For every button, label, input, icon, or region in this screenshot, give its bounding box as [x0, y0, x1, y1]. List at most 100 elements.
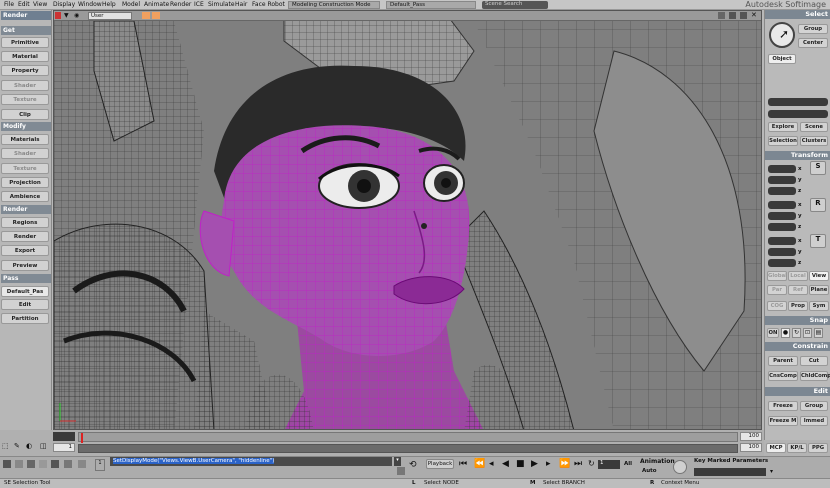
- regions-button[interactable]: Regions: [1, 217, 49, 228]
- animation-label[interactable]: Animation: [640, 458, 675, 465]
- scene-search-input[interactable]: Scene Search: [482, 1, 548, 9]
- modify-shader-button[interactable]: Shader: [1, 148, 49, 159]
- viewport-lock-icon[interactable]: [718, 12, 725, 19]
- cnscomp-button[interactable]: CnsComp: [768, 371, 798, 381]
- parent-button[interactable]: Parent: [768, 356, 798, 366]
- viewport-display-icon[interactable]: ◉: [74, 12, 79, 19]
- scene-button[interactable]: Scene: [800, 122, 828, 132]
- layout-icon-7[interactable]: [78, 460, 86, 468]
- viewport-maximize-icon[interactable]: [740, 12, 747, 19]
- menu-render[interactable]: Render: [170, 1, 191, 8]
- next-frame-icon[interactable]: ▸: [546, 459, 551, 469]
- key-marked-label[interactable]: Key Marked Parameters: [694, 458, 768, 464]
- ambience-button[interactable]: Ambience: [1, 191, 49, 202]
- play-icon[interactable]: ▶: [531, 459, 538, 469]
- object-select-button[interactable]: Object: [768, 54, 796, 64]
- first-frame-icon[interactable]: ⏮: [459, 459, 467, 469]
- show-menu-icon[interactable]: [152, 12, 160, 19]
- sel-tool-icon[interactable]: ⬚: [2, 442, 9, 450]
- freeze-m-button[interactable]: Freeze M: [768, 416, 798, 426]
- viewport-close-icon[interactable]: ✕: [751, 11, 757, 19]
- 3d-viewport[interactable]: ▼ ◉ User ✕: [53, 10, 762, 430]
- auto-key-label[interactable]: Auto: [642, 468, 657, 474]
- shader-button[interactable]: Shader: [1, 80, 49, 91]
- timeline-end-input[interactable]: 100: [740, 432, 762, 441]
- time-slider[interactable]: [78, 432, 738, 443]
- scale-z-field[interactable]: [768, 187, 796, 195]
- projection-button[interactable]: Projection: [1, 177, 49, 188]
- key-dropdown-icon[interactable]: ▾: [770, 468, 773, 475]
- rotate-button[interactable]: R: [810, 198, 826, 212]
- current-frame-field[interactable]: 1: [598, 460, 620, 469]
- snap-curve-icon[interactable]: ↻: [792, 328, 801, 338]
- play-backward-icon[interactable]: ◀: [502, 459, 509, 469]
- edit-group-button[interactable]: Group: [800, 401, 828, 411]
- prev-frame-icon[interactable]: ◂: [489, 459, 494, 469]
- script-editor-icon[interactable]: [397, 467, 405, 475]
- kpl-tab[interactable]: KP/L: [787, 443, 807, 453]
- range-slider[interactable]: [78, 444, 738, 453]
- menu-hair[interactable]: Hair: [235, 1, 247, 8]
- selection-button[interactable]: Selection: [768, 136, 798, 146]
- viewport-letter-icon[interactable]: [55, 12, 61, 19]
- rotate-y-field[interactable]: [768, 212, 796, 220]
- menu-display[interactable]: Display: [53, 1, 75, 8]
- par-button[interactable]: Par: [767, 285, 787, 295]
- viewport-sync-icon[interactable]: [729, 12, 736, 19]
- next-key-icon[interactable]: ⏩: [559, 459, 570, 469]
- selection-name-field[interactable]: [768, 110, 828, 118]
- loop-playback-icon[interactable]: ↻: [588, 459, 595, 468]
- chldcomp-button[interactable]: ChldComp: [800, 371, 830, 381]
- sym-button[interactable]: Sym: [809, 301, 829, 311]
- range-end-input[interactable]: 100: [740, 443, 762, 452]
- group-select-button[interactable]: Group: [798, 24, 828, 34]
- ghost-icon[interactable]: ◫: [40, 442, 47, 450]
- local-button[interactable]: Local: [788, 271, 808, 281]
- menu-window[interactable]: Window: [78, 1, 102, 8]
- select-arrow-icon[interactable]: ➚: [769, 22, 795, 48]
- snap-on-button[interactable]: ON: [767, 328, 779, 338]
- export-button[interactable]: Export: [1, 245, 49, 256]
- key-icon[interactable]: [673, 460, 687, 474]
- plane-button[interactable]: Plane: [809, 285, 829, 295]
- last-frame-icon[interactable]: ⏭: [574, 459, 582, 469]
- command-dropdown-icon[interactable]: ▾: [394, 457, 401, 466]
- layout-icon-5[interactable]: [51, 460, 59, 468]
- immed-button[interactable]: Immed: [800, 416, 828, 426]
- sound-icon[interactable]: ◐: [26, 442, 32, 450]
- select-filter-field[interactable]: [768, 98, 828, 106]
- mcp-tab[interactable]: MCP: [766, 443, 786, 453]
- clip-button[interactable]: Clip: [1, 109, 49, 120]
- layout-icon-1[interactable]: [3, 460, 11, 468]
- menu-model[interactable]: Model: [122, 1, 140, 8]
- pass-edit-button[interactable]: Edit: [1, 299, 49, 310]
- translate-z-field[interactable]: [768, 259, 796, 267]
- key-marked-field[interactable]: [694, 468, 766, 476]
- explore-button[interactable]: Explore: [768, 122, 798, 132]
- center-select-button[interactable]: Center: [798, 38, 828, 48]
- snap-grid-icon[interactable]: ▤: [814, 328, 823, 338]
- menu-view[interactable]: View: [33, 1, 47, 8]
- translate-x-field[interactable]: [768, 237, 796, 245]
- materials-button[interactable]: Materials: [1, 134, 49, 145]
- layout-icon-3[interactable]: [27, 460, 35, 468]
- timeline-start-field[interactable]: [53, 432, 75, 441]
- freeze-button[interactable]: Freeze: [768, 401, 798, 411]
- property-button[interactable]: Property: [1, 65, 49, 76]
- scale-x-field[interactable]: [768, 165, 796, 173]
- texture-button[interactable]: Texture: [1, 94, 49, 105]
- prev-key-icon[interactable]: ⏪: [474, 459, 485, 469]
- ppg-tab[interactable]: PPG: [808, 443, 828, 453]
- global-button[interactable]: Global: [767, 271, 787, 281]
- pass-dropdown[interactable]: Default_Pass: [386, 1, 476, 9]
- paint-icon[interactable]: ✎: [14, 442, 20, 450]
- timeline-start-input[interactable]: 1: [53, 443, 75, 452]
- layout-icon-4[interactable]: [39, 460, 47, 468]
- primitive-button[interactable]: Primitive: [1, 37, 49, 48]
- scale-button[interactable]: S: [810, 161, 826, 175]
- menu-face-robot[interactable]: Face Robot: [252, 1, 285, 8]
- playhead[interactable]: [81, 433, 83, 443]
- layout-icon-6[interactable]: [64, 460, 72, 468]
- render-button[interactable]: Render: [1, 231, 49, 242]
- menu-edit[interactable]: Edit: [18, 1, 30, 8]
